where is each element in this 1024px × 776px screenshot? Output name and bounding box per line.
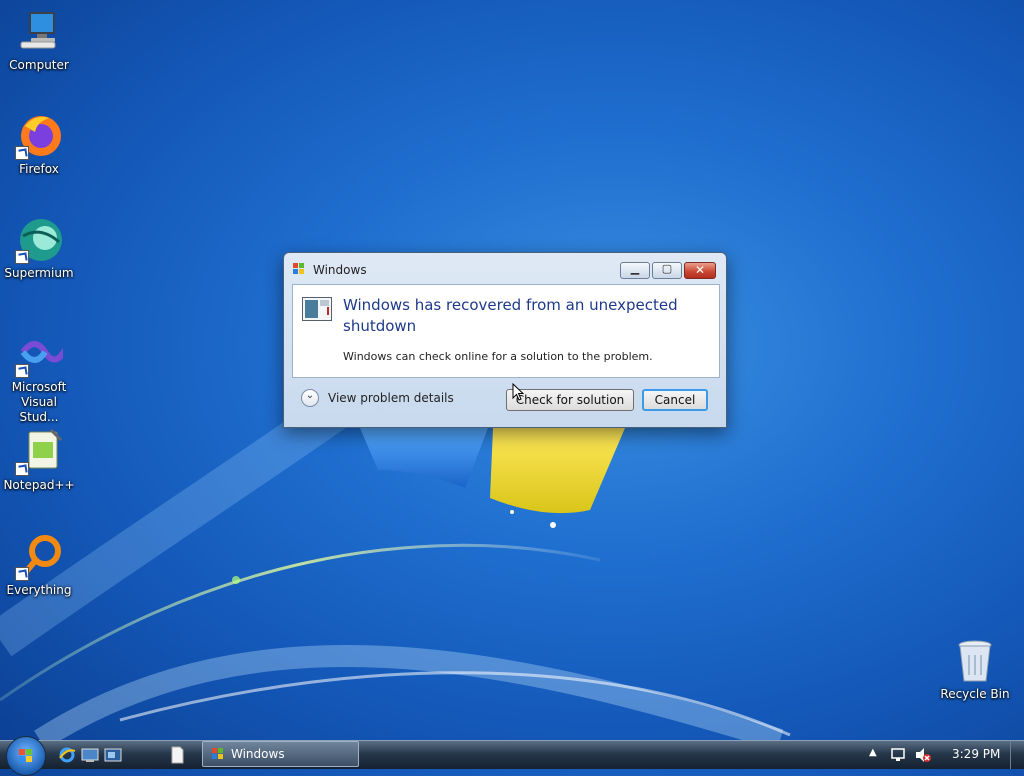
shortcut-arrow-icon bbox=[15, 462, 29, 476]
details-expander-button[interactable]: ⌄ bbox=[301, 389, 319, 407]
desktop-icon-computer[interactable]: Computer bbox=[0, 8, 78, 73]
visual-studio-icon bbox=[15, 330, 68, 378]
desktop-icon-everything[interactable]: Everything bbox=[0, 533, 78, 598]
dialog-content: Windows has recovered from an unexpected… bbox=[292, 284, 720, 378]
desktop-icon-supermium[interactable]: Supermium bbox=[0, 216, 78, 281]
desktop-icon-label: Everything bbox=[6, 583, 72, 597]
dialog-headline: Windows has recovered from an unexpected… bbox=[343, 296, 678, 335]
document-icon[interactable] bbox=[168, 746, 186, 764]
system-clock[interactable]: 3:29 PM bbox=[952, 747, 1000, 761]
view-details-link[interactable]: View problem details bbox=[328, 391, 454, 405]
desktop-icon-label: Notepad++ bbox=[3, 478, 75, 492]
desktop-icon-visual-studio[interactable]: Microsoft Visual Stud... bbox=[0, 330, 78, 425]
taskbar-window-button[interactable]: Windows bbox=[202, 741, 359, 767]
desktop-icon-label: Supermium bbox=[4, 266, 74, 280]
desktop-icon-label: Recycle Bin bbox=[940, 687, 1010, 701]
shortcut-arrow-icon bbox=[15, 250, 29, 264]
shortcut-arrow-icon bbox=[15, 146, 29, 160]
dialog-subtext: Windows can check online for a solution … bbox=[343, 350, 653, 363]
chevron-down-icon: ⌄ bbox=[305, 390, 315, 401]
desktop-icon-label: Computer bbox=[9, 58, 69, 72]
taskbar: Windows ▲ 3:29 PM bbox=[0, 736, 1024, 776]
everything-icon bbox=[15, 533, 63, 581]
desktop-icon-recycle-bin[interactable]: Recycle Bin bbox=[936, 637, 1014, 702]
desktop-icon-firefox[interactable]: Firefox bbox=[0, 112, 78, 177]
recovery-dialog: Windows ▁ ▢ ✕ Windows has recovered from… bbox=[283, 252, 727, 428]
dialog-footer: ⌄ View problem details Check for solutio… bbox=[292, 377, 718, 419]
desktop-icon-notepadpp[interactable]: Notepad++ bbox=[0, 428, 78, 493]
internet-explorer-icon[interactable] bbox=[58, 746, 76, 764]
notepadpp-icon bbox=[15, 428, 63, 476]
close-button[interactable]: ✕ bbox=[684, 262, 716, 279]
computer-icon bbox=[15, 8, 63, 56]
cancel-button[interactable]: Cancel bbox=[642, 389, 708, 411]
dialog-title: Windows bbox=[313, 263, 367, 277]
desktop-icon-label: Microsoft Visual Stud... bbox=[11, 380, 67, 424]
desktop-icon-label: Firefox bbox=[19, 162, 59, 176]
show-desktop-quick-icon[interactable] bbox=[81, 746, 99, 764]
show-desktop-button[interactable] bbox=[1010, 741, 1024, 769]
close-icon: ✕ bbox=[694, 263, 706, 277]
start-button[interactable] bbox=[6, 736, 46, 776]
supermium-icon bbox=[15, 216, 63, 264]
minimize-button[interactable]: ▁ bbox=[620, 262, 650, 279]
volume-muted-icon[interactable] bbox=[914, 747, 932, 763]
dialog-titlebar[interactable]: Windows ▁ ▢ ✕ bbox=[284, 253, 726, 283]
maximize-icon: ▢ bbox=[661, 262, 673, 275]
switch-windows-icon[interactable] bbox=[104, 746, 122, 764]
recycle-bin-icon bbox=[951, 637, 999, 685]
firefox-icon bbox=[15, 112, 63, 160]
windows-flag-icon bbox=[293, 263, 304, 274]
windows-flag-icon bbox=[212, 748, 223, 759]
show-hidden-icons-arrow-icon[interactable]: ▲ bbox=[869, 747, 877, 758]
maximize-button[interactable]: ▢ bbox=[652, 262, 682, 279]
mouse-cursor-icon bbox=[512, 383, 524, 401]
taskbar-window-label: Windows bbox=[231, 747, 285, 761]
windows-logo-icon bbox=[19, 749, 32, 762]
shortcut-arrow-icon bbox=[15, 567, 29, 581]
check-for-solution-button[interactable]: Check for solution bbox=[506, 389, 634, 411]
window-alert-icon bbox=[302, 297, 332, 321]
shortcut-arrow-icon bbox=[15, 364, 29, 378]
minimize-icon: ▁ bbox=[630, 262, 640, 275]
network-icon[interactable] bbox=[890, 747, 906, 763]
